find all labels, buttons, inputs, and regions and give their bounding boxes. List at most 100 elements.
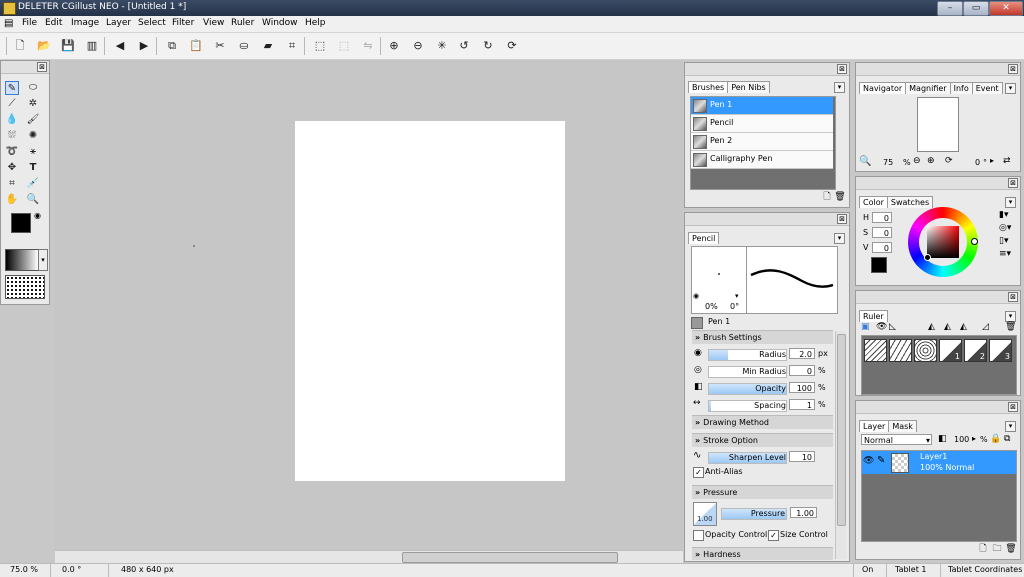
transform-icon[interactable]: ⌗ bbox=[284, 38, 300, 54]
navigator-zoom-out-icon[interactable]: ⊖ bbox=[913, 156, 921, 166]
layer-row[interactable]: 👁 ✎ Layer1 100% Normal bbox=[862, 451, 1016, 474]
fill-tool-icon[interactable]: ⛆ bbox=[5, 129, 19, 143]
opacity-control-checkbox[interactable] bbox=[693, 530, 704, 541]
maximize-button[interactable]: ▭ bbox=[963, 1, 989, 16]
previous-page-icon[interactable]: ◀ bbox=[112, 38, 128, 54]
ruler-perspective-2-icon[interactable]: ◭ bbox=[944, 322, 951, 332]
invert-selection-icon[interactable]: ⇋ bbox=[360, 38, 376, 54]
menu-select[interactable]: Select bbox=[138, 18, 166, 28]
tab-event[interactable]: Event bbox=[971, 82, 1003, 94]
min-radius-slider[interactable]: Min Radius bbox=[708, 366, 787, 378]
close-button[interactable]: ✕ bbox=[989, 1, 1023, 16]
ruler-2-point-icon[interactable]: 2 bbox=[964, 339, 987, 362]
crop-tool-icon[interactable]: ⌗ bbox=[5, 177, 19, 191]
hue-value[interactable]: 0 bbox=[872, 212, 892, 223]
tab-ruler[interactable]: Ruler bbox=[859, 310, 888, 322]
value-value[interactable]: 0 bbox=[872, 242, 892, 253]
reset-rotation-icon[interactable]: ⟳ bbox=[504, 38, 520, 54]
navigator-zoom-in-icon[interactable]: ⊕ bbox=[927, 156, 935, 166]
ruler-delete-icon[interactable]: 🗑 bbox=[1005, 322, 1016, 332]
move-tool-icon[interactable]: ✥ bbox=[5, 161, 19, 175]
new-layer-icon[interactable]: 🗋 bbox=[977, 543, 989, 555]
sharpen-slider[interactable]: Sharpen Level bbox=[708, 452, 787, 464]
gradient-dropdown-icon[interactable]: ▾ bbox=[38, 249, 48, 271]
radius-slider[interactable]: Radius bbox=[708, 349, 787, 361]
layer-opacity-stepper-icon[interactable]: ▸ bbox=[972, 434, 976, 443]
ruler-perspective-3-icon[interactable]: ◭ bbox=[960, 322, 967, 332]
tab-brushes[interactable]: Brushes bbox=[688, 81, 729, 93]
ruler-triangle-icon[interactable]: ◺ bbox=[889, 322, 896, 332]
zoom-tool-icon[interactable]: 🔍 bbox=[26, 193, 40, 207]
spacing-value[interactable]: 1 bbox=[789, 399, 815, 410]
brush-item-calligraphy-pen[interactable]: Calligraphy Pen bbox=[691, 151, 833, 169]
tab-magnifier[interactable]: Magnifier bbox=[905, 82, 951, 94]
eraser-icon[interactable]: ▰ bbox=[260, 38, 276, 54]
tab-swatches[interactable]: Swatches bbox=[886, 196, 934, 208]
layer-lock-icon[interactable]: 🔒 bbox=[990, 434, 1001, 444]
min-radius-value[interactable]: 0 bbox=[789, 365, 815, 376]
color-dropdown-icon[interactable]: ▾ bbox=[1005, 197, 1016, 208]
opacity-slider[interactable]: Opacity bbox=[708, 383, 787, 395]
section-brush-settings[interactable]: » Brush Settings bbox=[692, 330, 833, 344]
deselect-icon[interactable]: ⬚ bbox=[336, 38, 352, 54]
color-close-icon[interactable]: ⊠ bbox=[1008, 178, 1018, 188]
navigator-rotate-icon[interactable]: ⟳ bbox=[945, 156, 953, 166]
foreground-color-swatch[interactable] bbox=[11, 213, 31, 233]
tab-mask[interactable]: Mask bbox=[888, 420, 917, 432]
line-tool-icon[interactable]: ⟋ bbox=[5, 97, 19, 111]
copy-icon[interactable]: ⧉ bbox=[164, 38, 180, 54]
section-drawing-method[interactable]: » Drawing Method bbox=[692, 415, 833, 429]
opacity-value[interactable]: 100 bbox=[789, 382, 815, 393]
fill-bucket-icon[interactable]: ⛀ bbox=[236, 38, 252, 54]
color-foreground-swatch[interactable] bbox=[871, 257, 887, 273]
tab-color[interactable]: Color bbox=[859, 196, 888, 208]
ruler-3-point-icon[interactable]: 3 bbox=[989, 339, 1012, 362]
color-wheel[interactable] bbox=[908, 207, 978, 277]
navigator-close-icon[interactable]: ⊠ bbox=[1008, 64, 1018, 74]
fit-screen-icon[interactable]: ✳ bbox=[434, 38, 450, 54]
size-control-checkbox[interactable]: ✓ bbox=[768, 530, 779, 541]
sharpen-value[interactable]: 10 bbox=[789, 451, 815, 462]
ruler-select-icon[interactable]: ▣ bbox=[861, 322, 870, 332]
new-file-icon[interactable]: 🗋 bbox=[12, 38, 28, 54]
ruler-1-point-icon[interactable]: 1 bbox=[939, 339, 962, 362]
layer-dropdown-icon[interactable]: ▾ bbox=[1005, 421, 1016, 432]
brush-item-pen-2[interactable]: Pen 2 bbox=[691, 133, 833, 151]
ruler-dropdown-icon[interactable]: ▾ bbox=[1005, 311, 1016, 322]
save-all-icon[interactable]: ▥ bbox=[84, 38, 100, 54]
ruler-perspective-icon[interactable]: ◭ bbox=[928, 322, 935, 332]
lasso-tool-icon[interactable]: ➰ bbox=[5, 145, 19, 159]
horizontal-scrollbar[interactable] bbox=[55, 550, 683, 563]
layer-close-icon[interactable]: ⊠ bbox=[1008, 402, 1018, 412]
brush-settings-scrollbar[interactable] bbox=[835, 331, 846, 559]
delete-layer-icon[interactable]: 🗑 bbox=[1005, 543, 1017, 555]
select-rectangle-icon[interactable]: ⬚ bbox=[312, 38, 328, 54]
text-tool-icon[interactable]: T bbox=[26, 161, 40, 175]
zoom-out-icon[interactable]: ⊖ bbox=[410, 38, 426, 54]
menu-view[interactable]: View bbox=[203, 18, 224, 28]
flip-horizontal-icon[interactable]: ⇄ bbox=[1003, 156, 1011, 166]
color-mode-wheel-icon[interactable]: ◎▾ bbox=[999, 223, 1011, 233]
scrollbar-thumb[interactable] bbox=[837, 334, 846, 526]
saturation-value-square[interactable] bbox=[927, 226, 959, 258]
pen-tool-icon[interactable]: ✎ bbox=[5, 81, 19, 95]
ruler-visible-icon[interactable]: 👁 bbox=[876, 322, 887, 332]
section-pressure[interactable]: » Pressure bbox=[692, 485, 833, 499]
section-hardness[interactable]: » Hardness bbox=[692, 547, 833, 560]
document-menu-icon[interactable]: ▤ bbox=[4, 18, 13, 29]
save-icon[interactable]: 💾 bbox=[60, 38, 76, 54]
brush-settings-dropdown-icon[interactable]: ▾ bbox=[834, 233, 845, 244]
swap-colors-icon[interactable]: ◉ bbox=[34, 211, 41, 220]
navigator-zoom-value[interactable]: 75 bbox=[883, 158, 893, 167]
blend-mode-select[interactable]: Normal ▾ bbox=[861, 434, 932, 445]
color-mode-sliders-icon[interactable]: ▯▾ bbox=[999, 236, 1008, 246]
pattern-tool-icon[interactable]: ✺ bbox=[26, 129, 40, 143]
pressure-value[interactable]: 1.00 bbox=[790, 507, 817, 518]
delete-brush-icon[interactable]: 🗑 bbox=[834, 191, 846, 203]
hand-tool-icon[interactable]: ✋ bbox=[5, 193, 19, 207]
airbrush-tool-icon[interactable]: ✲ bbox=[26, 97, 40, 111]
brush-settings-close-icon[interactable]: ⊠ bbox=[837, 214, 847, 224]
preview-dropdown-icon[interactable]: ▾ bbox=[735, 292, 739, 300]
ruler-parallel-icon[interactable] bbox=[864, 339, 887, 362]
tab-info[interactable]: Info bbox=[949, 82, 973, 94]
